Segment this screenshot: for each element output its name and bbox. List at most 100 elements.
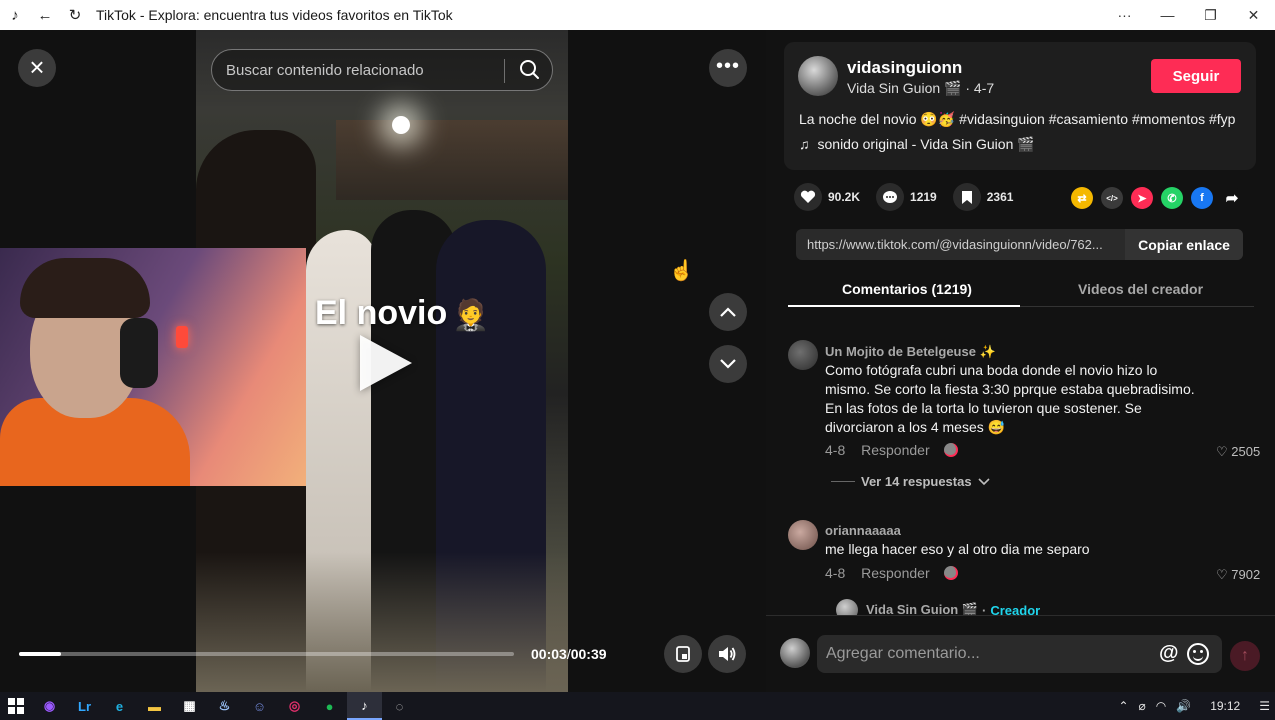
post-sound[interactable]: ♫ sonido original - Vida Sin Guion 🎬: [799, 136, 1035, 153]
copy-link-button[interactable]: Copiar enlace: [1125, 229, 1243, 260]
taskbar-apps: ◉ Lr e ▬ ▦ ♨ ☺ ◎ ● ♪ ◌: [32, 692, 417, 720]
store-icon[interactable]: ▦: [172, 692, 207, 720]
restore-icon[interactable]: ❐: [1189, 0, 1232, 30]
windows-logo-icon: [8, 698, 24, 714]
view-replies-button[interactable]: Ver 14 respuestas: [831, 474, 990, 489]
search-icon[interactable]: [517, 57, 543, 83]
previous-video-button[interactable]: [709, 293, 747, 331]
window-close-icon[interactable]: ✕: [1232, 0, 1275, 30]
next-video-button[interactable]: [709, 345, 747, 383]
creator-reply-avatar[interactable]: [836, 599, 858, 615]
emoji-icon[interactable]: [1187, 643, 1209, 665]
creator-subline: Vida Sin Guion 🎬 · 4-7: [847, 80, 994, 97]
sound-name[interactable]: sonido original - Vida Sin Guion 🎬: [818, 136, 1035, 152]
start-button[interactable]: [0, 692, 32, 720]
related-search-bar: [211, 49, 553, 91]
taskbar-app-1-icon[interactable]: ◉: [32, 692, 67, 720]
creator-reply-name[interactable]: Vida Sin Guion 🎬: [866, 602, 978, 615]
repost-icon[interactable]: ⇄: [1071, 187, 1093, 209]
send-friends-icon[interactable]: ➤: [1131, 187, 1153, 209]
facebook-icon[interactable]: f: [1191, 187, 1213, 209]
webcam-hair: [20, 258, 150, 318]
wifi-icon[interactable]: ◠: [1156, 699, 1166, 713]
tab-comments[interactable]: Comentarios (1219): [842, 281, 972, 297]
minimize-icon[interactable]: —: [1146, 0, 1189, 30]
comments-list: Un Mojito de Betelgeuse ✨ Como fotógrafa…: [766, 330, 1275, 615]
spotify-icon[interactable]: ●: [312, 692, 347, 720]
creator-username[interactable]: vidasinguionn: [847, 58, 962, 78]
comment-composer: @ ↑: [766, 615, 1275, 692]
volume-tray-icon[interactable]: 🔊: [1176, 699, 1191, 713]
follow-button[interactable]: Seguir: [1151, 59, 1241, 93]
edge-icon[interactable]: e: [102, 692, 137, 720]
video-caption-overlay: El novio: [315, 294, 448, 332]
bookmark-icon: [952, 183, 981, 211]
windows-taskbar: ◉ Lr e ▬ ▦ ♨ ☺ ◎ ● ♪ ◌ ⌃ ⌀ ◠ 🔊 19:12 ☰: [0, 692, 1275, 720]
comment-author[interactable]: Un Mojito de Betelgeuse ✨: [825, 344, 996, 360]
embed-icon[interactable]: </>: [1101, 187, 1123, 209]
video-player[interactable]: El novio 🤵 × ••• ☝ 00:03/00:39: [0, 30, 766, 692]
network-off-icon[interactable]: ⌀: [1139, 699, 1146, 713]
time-total: 00:39: [570, 646, 607, 662]
creator-display-name[interactable]: Vida Sin Guion: [847, 80, 940, 96]
video-progress-bar[interactable]: [19, 652, 514, 656]
tab-creator-videos[interactable]: Videos del creador: [1078, 281, 1203, 297]
clock[interactable]: 19:12: [1210, 699, 1240, 713]
creator-avatar[interactable]: [798, 56, 838, 96]
music-note-icon: ♫: [799, 136, 810, 152]
comment-button[interactable]: 1219: [876, 183, 937, 211]
more-share-icon[interactable]: ➦: [1221, 187, 1243, 209]
heart-outline-icon: ♡: [1216, 444, 1228, 459]
like-button[interactable]: 90.2K: [794, 183, 860, 211]
more-options-button[interactable]: •••: [709, 49, 747, 87]
share-link-url[interactable]: https://www.tiktok.com/@vidasinguionn/vi…: [807, 237, 1125, 252]
comment-text: me llega hacer eso y al otro dia me sepa…: [825, 541, 1090, 557]
view-replies-label[interactable]: Ver 14 respuestas: [861, 474, 972, 489]
lightroom-icon[interactable]: Lr: [67, 692, 102, 720]
heart-outline-icon: ♡: [1216, 567, 1228, 582]
mention-icon[interactable]: @: [1159, 642, 1179, 665]
reload-icon[interactable]: ↻: [60, 0, 90, 30]
play-icon[interactable]: [360, 335, 412, 391]
related-search-input[interactable]: [226, 50, 506, 90]
close-video-button[interactable]: ×: [18, 49, 56, 87]
volume-button[interactable]: [708, 635, 746, 673]
creator-reply-separator: ·: [982, 602, 987, 616]
file-explorer-icon[interactable]: ▬: [137, 692, 172, 720]
whatsapp-icon[interactable]: ✆: [1161, 187, 1183, 209]
tiktok-taskbar-icon[interactable]: ♪: [347, 692, 382, 720]
volume-icon: [719, 647, 736, 661]
chevron-up-icon: [720, 307, 736, 317]
back-arrow-icon[interactable]: ←: [30, 0, 60, 30]
reply-button[interactable]: Responder: [861, 565, 930, 581]
floating-player-button[interactable]: [664, 635, 702, 673]
instagram-icon[interactable]: ◎: [277, 692, 312, 720]
comment-like[interactable]: ♡ 7902: [1216, 567, 1260, 583]
share-icons: ⇄ </> ➤ ✆ f ➦: [1071, 187, 1251, 209]
tray-chevron-icon[interactable]: ⌃: [1118, 699, 1128, 713]
steam-icon[interactable]: ♨: [207, 692, 242, 720]
comment-author-name[interactable]: Un Mojito de Betelgeuse: [825, 344, 976, 359]
comment-author-name[interactable]: oriannaaaaa: [825, 523, 901, 538]
replies-line: [831, 481, 855, 482]
comment-avatar[interactable]: [788, 340, 818, 370]
post-date: 4-7: [973, 80, 995, 96]
mouse-cursor-icon: ☝: [669, 260, 694, 282]
comment-like-count: 7902: [1231, 567, 1261, 582]
window-menu-icon[interactable]: ···: [1103, 0, 1146, 30]
obs-icon[interactable]: ◌: [382, 692, 417, 720]
reply-button[interactable]: Responder: [861, 442, 930, 458]
save-button[interactable]: 2361: [952, 183, 1013, 211]
comment-date: 4-8: [825, 565, 846, 581]
notifications-icon[interactable]: ☰: [1259, 699, 1270, 713]
post-info-card: vidasinguionn Vida Sin Guion 🎬 · 4-7 Seg…: [784, 42, 1256, 170]
heart-icon: [794, 183, 822, 211]
webcam-lamp: [176, 326, 188, 348]
discord-icon[interactable]: ☺: [242, 692, 277, 720]
comment-avatar[interactable]: [788, 520, 818, 550]
comment-icon: [876, 183, 905, 211]
system-tray: ⌃ ⌀ ◠ 🔊 19:12 ☰: [1113, 692, 1275, 720]
comment-like[interactable]: ♡ 2505: [1216, 444, 1260, 460]
subline-dot: ·: [965, 80, 971, 96]
send-comment-button[interactable]: ↑: [1230, 641, 1260, 671]
